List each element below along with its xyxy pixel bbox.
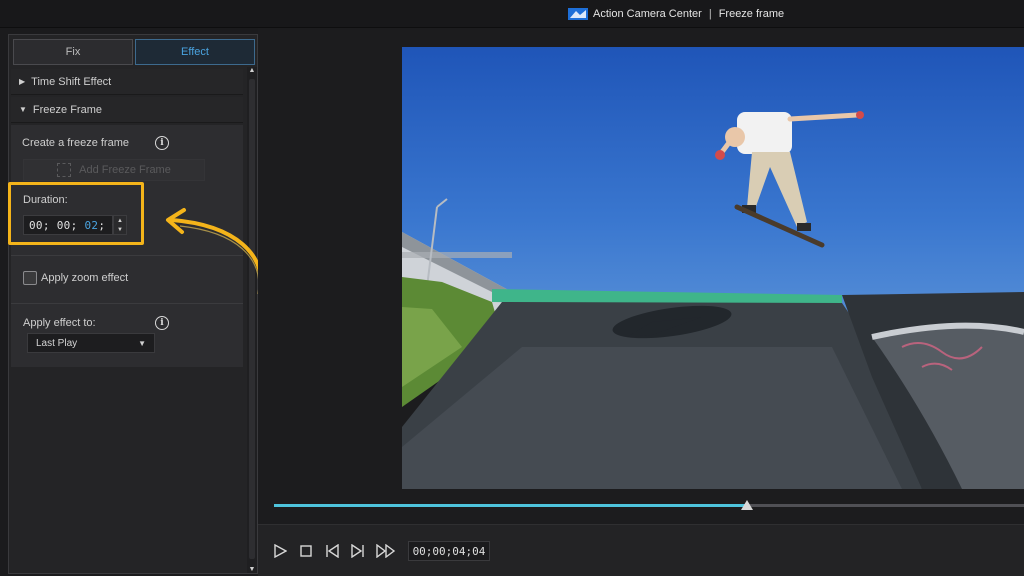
title-bar: Action Camera Center | Freeze frame — [0, 0, 1024, 28]
tab-effect[interactable]: Effect — [135, 39, 255, 65]
scroll-up-icon[interactable]: ▲ — [248, 67, 256, 74]
prev-frame-icon — [326, 544, 339, 558]
previous-frame-button[interactable] — [322, 541, 342, 561]
apply-effect-dropdown[interactable]: Last Play ▼ — [27, 333, 155, 353]
play-icon — [274, 544, 287, 558]
add-freeze-frame-label: Add Freeze Frame — [79, 164, 171, 176]
add-freeze-frame-button[interactable]: Add Freeze Frame — [23, 159, 205, 181]
next-frame-button[interactable] — [348, 541, 368, 561]
section-freeze-frame[interactable]: ▼ Freeze Frame — [11, 97, 243, 123]
apply-effect-label: Apply effect to: — [23, 317, 96, 329]
effects-panel: Fix Effect ▶ Time Shift Effect ▼ Freeze … — [8, 34, 258, 574]
apply-zoom-label: Apply zoom effect — [41, 272, 129, 284]
timeline-progress — [274, 504, 747, 507]
next-frame-icon — [351, 544, 364, 558]
section-label: Time Shift Effect — [31, 75, 112, 88]
title-separator: | — [708, 8, 712, 20]
duration-highlight-box — [8, 182, 144, 245]
play-button[interactable] — [270, 541, 290, 561]
page-title: Freeze frame — [718, 8, 785, 20]
section-label: Freeze Frame — [32, 103, 102, 116]
playback-controls: 00;00;04;04 — [258, 524, 1024, 576]
panel-scrollbar[interactable]: ▲ ▼ — [247, 67, 257, 573]
playback-timeline[interactable] — [274, 504, 1024, 507]
video-scene — [402, 111, 1024, 489]
info-icon[interactable]: i — [155, 316, 169, 330]
chevron-down-icon: ▼ — [138, 338, 146, 348]
video-preview[interactable] — [402, 47, 1024, 489]
stop-button[interactable] — [296, 541, 316, 561]
divider — [11, 303, 243, 304]
scroll-down-icon[interactable]: ▼ — [248, 566, 256, 573]
apply-zoom-checkbox[interactable] — [23, 271, 37, 285]
info-icon[interactable]: i — [155, 136, 169, 150]
section-time-shift-effect[interactable]: ▶ Time Shift Effect — [11, 69, 243, 95]
stop-icon — [300, 545, 312, 557]
timecode-display[interactable]: 00;00;04;04 — [408, 541, 490, 561]
scrollbar-thumb[interactable] — [249, 79, 255, 559]
playhead-handle[interactable] — [740, 500, 753, 510]
window-title: Action Camera Center | Freeze frame — [568, 6, 784, 22]
triangle-right-icon: ▶ — [19, 77, 26, 86]
app-logo-icon — [568, 8, 588, 20]
apply-effect-value: Last Play — [36, 337, 78, 349]
freeze-frame-icon — [57, 163, 72, 177]
triangle-down-icon: ▼ — [19, 105, 27, 114]
app-name: Action Camera Center — [593, 8, 702, 20]
fast-forward-button[interactable] — [376, 541, 396, 561]
fast-forward-icon — [376, 544, 396, 558]
create-freeze-frame-label: Create a freeze frame — [22, 137, 129, 149]
tab-fix[interactable]: Fix — [13, 39, 133, 65]
